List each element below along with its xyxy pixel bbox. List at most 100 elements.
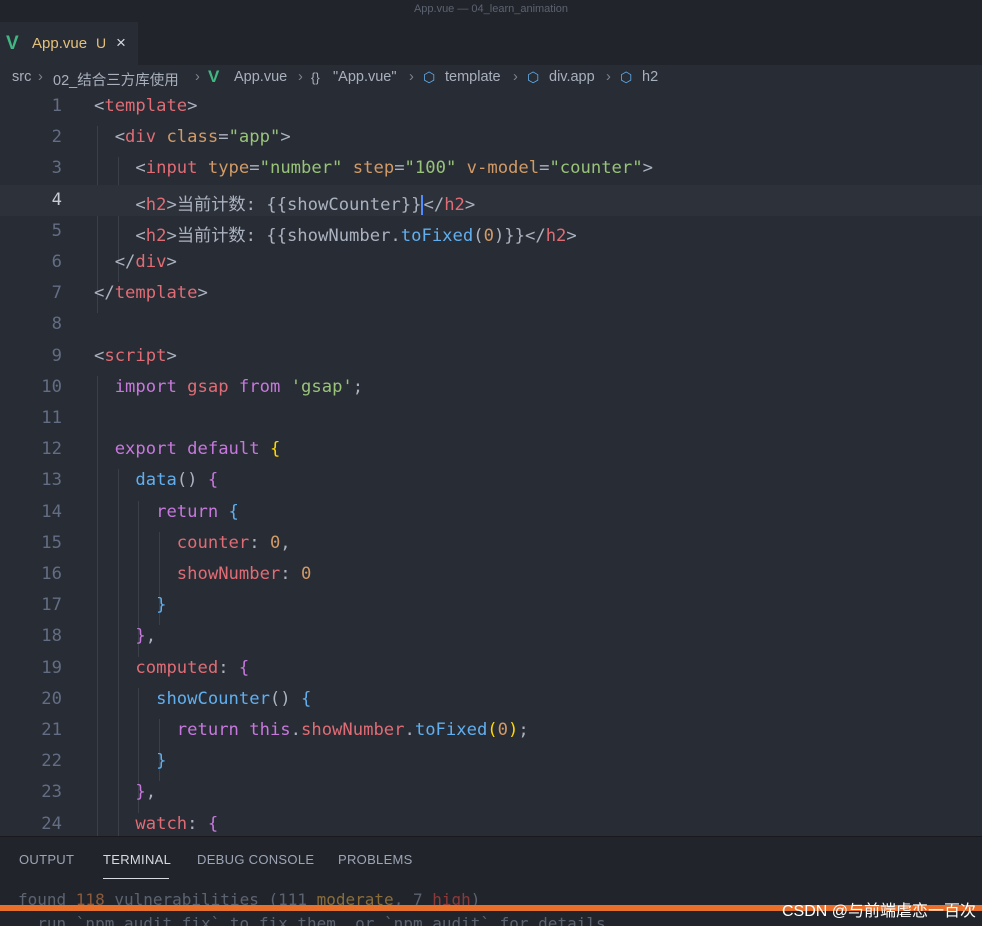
- code-token: counter: [176, 532, 250, 553]
- code-token: 0: [497, 720, 509, 740]
- code-token: {: [207, 813, 219, 834]
- tab-debug-console[interactable]: DEBUG CONSOLE: [197, 852, 314, 867]
- code-token: =: [394, 158, 405, 179]
- code-token: >: [280, 127, 291, 148]
- code-line[interactable]: 4 <h2>当前计数: {{showCounter}} </h2>: [0, 184, 982, 216]
- code-text: watch: {: [94, 814, 218, 834]
- code-text: <h2>当前计数: {{showCounter}} </h2>: [94, 190, 475, 215]
- code-line[interactable]: 7 </template>: [0, 278, 982, 309]
- code-line[interactable]: 5 <h2>当前计数: {{showNumber.toFixed(0)}}</h…: [0, 216, 982, 247]
- breadcrumb-h2[interactable]: h2: [642, 69, 658, 85]
- code-token: =: [539, 158, 550, 179]
- code-line[interactable]: 11: [0, 403, 982, 434]
- code-token: "counter": [549, 158, 643, 179]
- code-token: :: [249, 532, 270, 553]
- code-line[interactable]: 17 }: [0, 590, 982, 621]
- code-token: >: [566, 225, 577, 246]
- code-line[interactable]: 14 return {: [0, 497, 982, 528]
- code-line[interactable]: 8: [0, 309, 982, 340]
- code-text: <div class="app">: [94, 127, 291, 147]
- code-line[interactable]: 13 data() {: [0, 465, 982, 496]
- code-token: template: [104, 96, 188, 116]
- code-token: "number": [259, 158, 343, 179]
- code-text: </div>: [94, 252, 177, 272]
- code-text: }: [94, 595, 166, 615]
- cube-icon: ⬡: [527, 69, 540, 85]
- code-editor[interactable]: 1 <template> 2 <div class="app"> 3 <input t…: [0, 91, 982, 836]
- breadcrumb-div[interactable]: div.app: [549, 69, 595, 85]
- code-line[interactable]: 10 import gsap from 'gsap';: [0, 372, 982, 403]
- code-token: >: [197, 283, 208, 304]
- code-line[interactable]: 20 showCounter() {: [0, 684, 982, 715]
- code-token: h2: [444, 194, 465, 215]
- code-token: =: [218, 127, 229, 148]
- vue-logo-icon: V: [6, 33, 19, 54]
- code-line[interactable]: 24 watch: {: [0, 809, 982, 836]
- line-number: 1: [51, 96, 62, 116]
- code-token: h2: [145, 194, 167, 215]
- code-line[interactable]: 6 </div>: [0, 247, 982, 278]
- code-text: return this.showNumber.toFixed(0);: [94, 720, 529, 740]
- code-token: (: [473, 225, 484, 246]
- code-line[interactable]: 22 }: [0, 746, 982, 777]
- code-text: showCounter() {: [94, 689, 311, 709]
- code-token: {: [228, 501, 239, 522]
- line-number: 22: [41, 751, 62, 772]
- line-number: 3: [51, 158, 62, 179]
- code-token: input: [145, 158, 198, 179]
- code-token: watch: [135, 813, 188, 834]
- code-line[interactable]: 12 export default {: [0, 434, 982, 465]
- tab-problems[interactable]: PROBLEMS: [338, 852, 413, 867]
- line-number: 2: [51, 127, 62, 148]
- line-number: 6: [51, 252, 62, 272]
- code-text: data() {: [94, 470, 218, 490]
- code-text: computed: {: [94, 658, 249, 678]
- code-token: >: [166, 194, 177, 215]
- code-token: (): [176, 470, 208, 491]
- tab-terminal[interactable]: TERMINAL: [103, 852, 171, 867]
- code-token: <: [94, 194, 146, 215]
- tab-output[interactable]: OUTPUT: [19, 852, 74, 867]
- code-token: ,: [145, 782, 157, 803]
- tab-app-vue[interactable]: V App.vue U ×: [0, 22, 138, 65]
- code-line[interactable]: 2 <div class="app">: [0, 122, 982, 153]
- line-number: 16: [41, 564, 62, 584]
- code-token: >: [642, 158, 653, 179]
- code-token: {: [207, 470, 219, 491]
- code-line[interactable]: 16 showNumber: 0: [0, 559, 982, 590]
- code-line[interactable]: 3 <input type="number" step="100" v-mode…: [0, 153, 982, 184]
- code-line[interactable]: 1 <template>: [0, 91, 982, 122]
- breadcrumb-folder[interactable]: 02_结合三方库使用: [53, 69, 179, 90]
- title-bar: App.vue — 04_learn_animation: [0, 0, 982, 22]
- code-line[interactable]: 15 counter: 0,: [0, 528, 982, 559]
- code-line[interactable]: 23 },: [0, 777, 982, 808]
- code-token: 0: [300, 564, 312, 584]
- code-line[interactable]: 21 return this.showNumber.toFixed(0);: [0, 715, 982, 746]
- code-token: {: [269, 439, 281, 460]
- breadcrumb-template[interactable]: template: [445, 69, 501, 85]
- code-line[interactable]: 19 computed: {: [0, 653, 982, 684]
- code-token: script: [104, 345, 167, 366]
- close-icon[interactable]: ×: [116, 33, 126, 53]
- breadcrumb-file[interactable]: App.vue: [234, 69, 287, 85]
- code-line[interactable]: 9 <script>: [0, 341, 982, 372]
- breadcrumb-src[interactable]: src: [12, 69, 31, 85]
- code-text: <h2>当前计数: {{showNumber.toFixed(0)}}</h2>: [94, 221, 577, 246]
- line-number: 7: [51, 283, 62, 304]
- code-token: toFixed: [414, 720, 488, 740]
- code-text: },: [94, 782, 156, 802]
- code-line[interactable]: 18 },: [0, 621, 982, 652]
- breadcrumb-component[interactable]: "App.vue": [333, 69, 397, 85]
- code-token: <: [94, 96, 105, 116]
